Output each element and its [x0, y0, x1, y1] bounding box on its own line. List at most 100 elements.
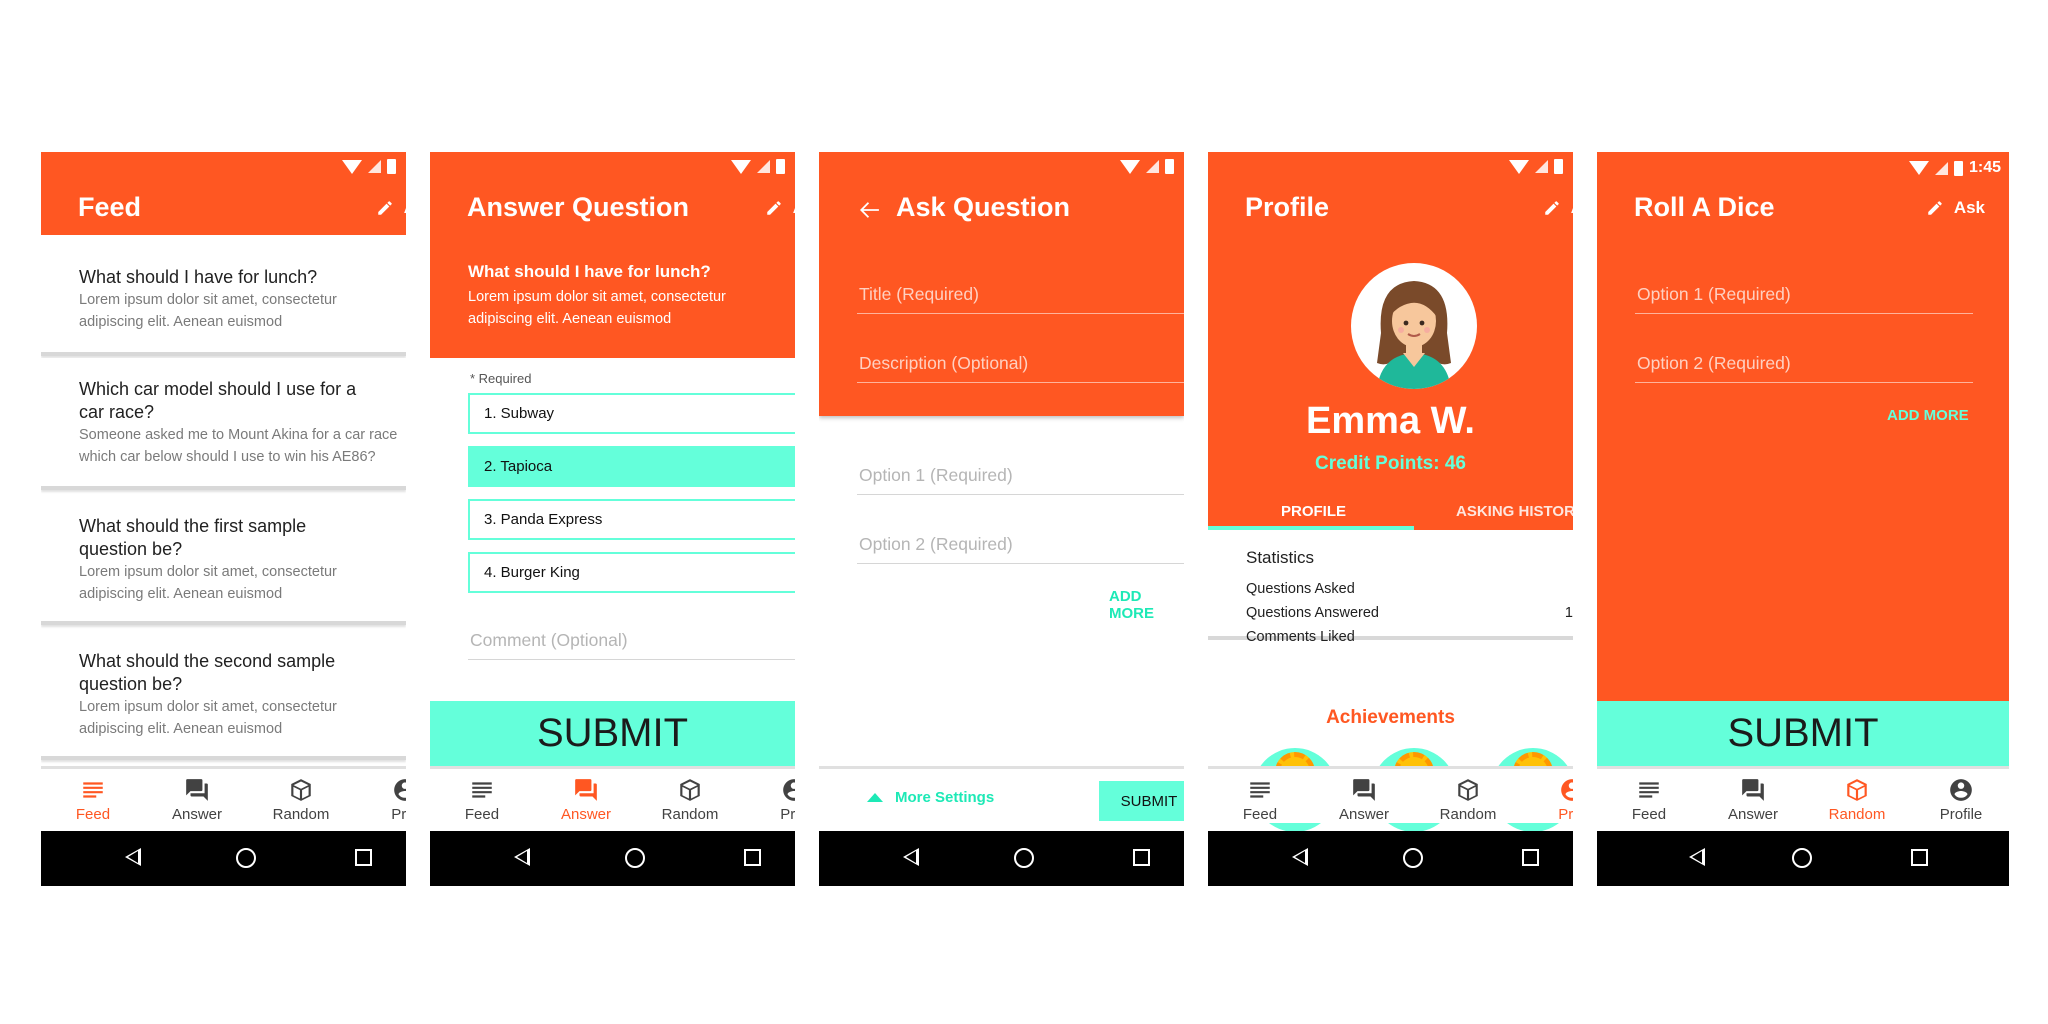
back-icon[interactable] [1689, 848, 1705, 866]
status-bar [1208, 152, 1573, 184]
home-icon[interactable] [1403, 848, 1423, 868]
status-bar: 1:45 [1597, 152, 2009, 184]
system-nav-bar [819, 831, 1184, 886]
signal-icon [757, 160, 770, 173]
answer-option-selected[interactable]: 2. Tapioca [468, 446, 795, 487]
stat-label: Questions Asked [1246, 581, 1355, 597]
recents-icon[interactable] [1911, 849, 1928, 866]
app-bar: Feed A [41, 152, 406, 235]
page-title: Ask Question [896, 192, 1071, 222]
tab-asking-history[interactable]: ASKING HISTORY [1456, 503, 1573, 520]
submit-button[interactable]: SUBMIT [430, 701, 795, 766]
dice-form: 1:45 Roll A Dice Ask Option 1 (Required)… [1597, 152, 2009, 702]
home-icon[interactable] [236, 848, 256, 868]
question-desc-1: Lorem ipsum dolor sit amet, consectetur [79, 292, 337, 308]
bottom-navigation: Feed Answer Random Prof [41, 766, 406, 823]
avatar-illustration [1377, 281, 1451, 389]
ask-button[interactable]: A [376, 198, 406, 218]
option2-field[interactable]: Option 2 (Required) [859, 534, 1013, 555]
dice-icon [1847, 779, 1867, 801]
stat-row: Comments Liked 4 [1246, 629, 1573, 645]
recents-icon[interactable] [1522, 849, 1539, 866]
nav-feed[interactable]: Feed [1597, 769, 1701, 823]
question-card[interactable]: Which car model should I use for a car r… [41, 358, 406, 490]
question-card[interactable]: What should the second sample question b… [41, 630, 406, 760]
submit-button[interactable]: SUBMIT [1597, 701, 2009, 766]
home-icon[interactable] [1792, 848, 1812, 868]
back-icon[interactable] [125, 848, 141, 866]
question-desc-1: Lorem ipsum dolor sit amet, consectetur [79, 699, 337, 715]
question-desc-2: which car below should I use to win his … [79, 449, 376, 465]
add-more-button[interactable]: ADD MORE [1109, 588, 1184, 622]
tab-profile[interactable]: PROFILE [1281, 503, 1346, 520]
answer-option[interactable]: 3. Panda Express [468, 499, 795, 540]
comment-field[interactable]: Comment (Optional) [470, 630, 628, 651]
forum-icon [575, 779, 597, 801]
avatar [1351, 263, 1477, 389]
home-icon[interactable] [625, 848, 645, 868]
achievements-title: Achievements [1326, 707, 1455, 728]
question-desc-2: adipiscing elit. Aenean euismod [79, 314, 283, 330]
back-icon[interactable] [1292, 848, 1308, 866]
nav-profile[interactable]: Profile [1909, 769, 2009, 823]
nav-feed[interactable]: Feed [41, 769, 145, 823]
battery-icon [1165, 159, 1174, 174]
stat-label: Comments Liked [1246, 629, 1355, 645]
system-nav-bar [1597, 831, 2009, 886]
option1-field[interactable]: Option 1 (Required) [859, 465, 1013, 486]
battery-icon [1953, 160, 1963, 176]
arrow-back-icon[interactable] [858, 201, 880, 219]
description-field[interactable]: Description (Optional) [859, 353, 1028, 374]
feed-icon [472, 782, 492, 798]
ask-button[interactable]: A [765, 198, 795, 218]
account-icon [1561, 779, 1573, 801]
nav-random[interactable]: Random [1416, 769, 1520, 823]
recents-icon[interactable] [744, 849, 761, 866]
tab-indicator [1208, 526, 1414, 530]
bottom-navigation: Feed Answer Random Profile [1597, 766, 2009, 823]
nav-label: Answer [1727, 806, 1779, 823]
nav-random[interactable]: Random [638, 769, 742, 823]
profile-name: Emma W. [1306, 400, 1475, 442]
option2-field[interactable]: Option 2 (Required) [1637, 353, 1791, 374]
submit-button[interactable]: SUBMIT [1099, 781, 1184, 821]
answer-option[interactable]: 4. Burger King [468, 552, 795, 593]
ask-button[interactable]: A [1543, 198, 1573, 218]
back-icon[interactable] [514, 848, 530, 866]
nav-feed[interactable]: Feed [430, 769, 534, 823]
wifi-icon [342, 159, 362, 174]
nav-answer[interactable]: Answer [1701, 769, 1805, 823]
signal-icon [1934, 161, 1948, 175]
back-icon[interactable] [903, 848, 919, 866]
nav-answer[interactable]: Answer [534, 769, 638, 823]
nav-answer[interactable]: Answer [1312, 769, 1416, 823]
nav-feed[interactable]: Feed [1208, 769, 1312, 823]
pencil-icon [377, 201, 392, 215]
title-underline [857, 313, 1184, 314]
answer-option[interactable]: 1. Subway [468, 393, 795, 434]
nav-profile[interactable]: Prof [742, 769, 795, 823]
recents-icon[interactable] [1133, 849, 1150, 866]
question-card[interactable]: What should I have for lunch? Lorem ipsu… [41, 246, 406, 356]
account-icon [783, 779, 795, 801]
nav-profile[interactable]: Prof [353, 769, 406, 823]
nav-random[interactable]: Random [1805, 769, 1909, 823]
option1-field[interactable]: Option 1 (Required) [1637, 284, 1791, 305]
add-more-button[interactable]: ADD MORE [1887, 407, 1969, 424]
nav-answer[interactable]: Answer [145, 769, 249, 823]
feed-icon [1250, 782, 1270, 798]
recents-icon[interactable] [355, 849, 372, 866]
wifi-icon [1509, 159, 1529, 174]
nav-profile[interactable]: Prof [1520, 769, 1573, 823]
nav-label: Answer [1338, 806, 1390, 823]
question-card[interactable]: What should the first sample question be… [41, 495, 406, 625]
title-field[interactable]: Title (Required) [859, 284, 979, 305]
home-icon[interactable] [1014, 848, 1034, 868]
ask-button[interactable]: Ask [1926, 198, 1985, 218]
nav-random[interactable]: Random [249, 769, 353, 823]
nav-label: Prof [391, 806, 406, 823]
dice-icon [1458, 779, 1478, 801]
question-title: What should I have for lunch? [468, 262, 711, 281]
clock: 1:45 [1968, 159, 2001, 176]
more-settings-button[interactable]: More Settings [867, 789, 994, 806]
